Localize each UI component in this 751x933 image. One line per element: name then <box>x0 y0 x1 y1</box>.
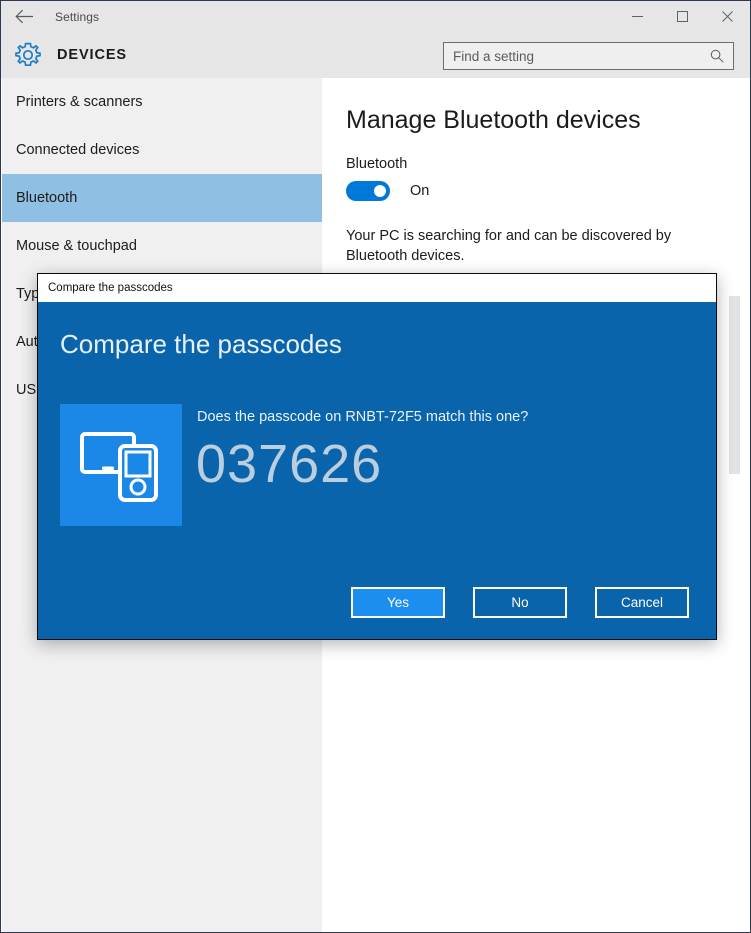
maximize-icon[interactable] <box>660 1 705 32</box>
page-category-title: DEVICES <box>57 47 127 63</box>
gear-icon <box>13 40 43 70</box>
passcode-value: 037626 <box>196 434 383 494</box>
bluetooth-toggle-state: On <box>410 183 430 199</box>
settings-window: Settings DEVICES Find a setting Printers… <box>0 0 751 933</box>
toggle-knob <box>374 185 386 197</box>
bluetooth-toggle-row: On <box>346 181 429 201</box>
bluetooth-section-label: Bluetooth <box>346 156 408 172</box>
sidebar-item-mouse-touchpad[interactable]: Mouse & touchpad <box>2 222 322 270</box>
compare-passcodes-dialog: Compare the passcodes Compare the passco… <box>37 273 717 640</box>
sidebar-item-label: Printers & scanners <box>16 94 143 110</box>
yes-button[interactable]: Yes <box>351 587 445 618</box>
dialog-titlebar: Compare the passcodes <box>38 274 716 302</box>
window-title: Settings <box>55 9 100 24</box>
dialog-question: Does the passcode on RNBT-72F5 match thi… <box>197 409 529 425</box>
cancel-button[interactable]: Cancel <box>595 587 689 618</box>
search-input[interactable] <box>444 42 700 70</box>
back-arrow-icon[interactable] <box>1 1 47 32</box>
sidebar-item-label: Mouse & touchpad <box>16 238 137 254</box>
dialog-button-row: Yes No Cancel <box>38 587 718 618</box>
scrollbar-thumb[interactable] <box>729 296 740 474</box>
search-box[interactable] <box>443 42 734 70</box>
sidebar-item-label: Bluetooth <box>16 190 78 206</box>
no-button[interactable]: No <box>473 587 567 618</box>
window-titlebar: Settings <box>1 1 750 32</box>
sidebar-item-label: Connected devices <box>16 142 140 158</box>
sidebar-item-connected-devices[interactable]: Connected devices <box>2 126 322 174</box>
sidebar-item-bluetooth[interactable]: Bluetooth <box>2 174 322 222</box>
dialog-titlebar-text: Compare the passcodes <box>48 282 173 294</box>
dialog-body: Compare the passcodes Does the passcode … <box>38 302 716 639</box>
content-scrollbar[interactable] <box>729 78 740 932</box>
dialog-heading: Compare the passcodes <box>60 329 342 359</box>
search-icon[interactable] <box>710 49 724 63</box>
minimize-icon[interactable] <box>615 1 660 32</box>
laptop-and-phone-icon <box>60 404 182 526</box>
page-title: Manage Bluetooth devices <box>346 106 641 134</box>
sidebar-item-printers-scanners[interactable]: Printers & scanners <box>2 78 322 126</box>
bluetooth-description: Your PC is searching for and can be disc… <box>346 228 672 264</box>
bluetooth-toggle[interactable] <box>346 181 390 201</box>
window-controls <box>615 1 750 32</box>
close-icon[interactable] <box>705 1 750 32</box>
